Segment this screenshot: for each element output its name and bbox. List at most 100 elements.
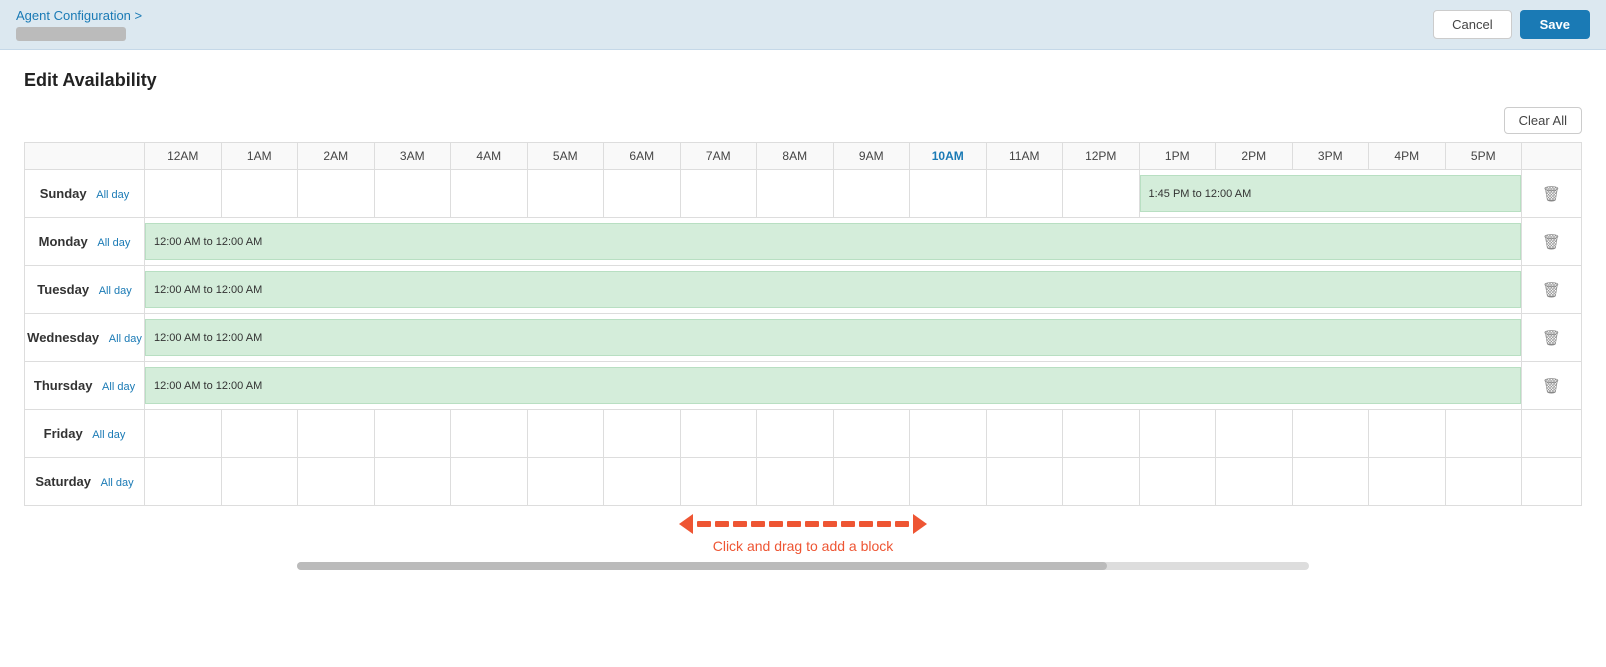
time-cell[interactable]: [298, 410, 375, 458]
all-day-link[interactable]: All day: [97, 237, 130, 249]
all-day-link[interactable]: All day: [109, 333, 142, 345]
dashes: [697, 521, 909, 527]
time-9am: 9AM: [833, 143, 910, 170]
time-12pm: 12PM: [1063, 143, 1140, 170]
day-label-wednesday: Wednesday All day: [25, 314, 145, 362]
time-cell[interactable]: [680, 458, 757, 506]
time-cell[interactable]: [986, 170, 1063, 218]
time-8am: 8AM: [757, 143, 834, 170]
time-cell[interactable]: [374, 410, 451, 458]
all-day-link[interactable]: All day: [96, 189, 129, 201]
delete-column-header: [1522, 143, 1582, 170]
time-cell[interactable]: [680, 170, 757, 218]
time-cell[interactable]: [833, 410, 910, 458]
delete-button-wednesday[interactable]: 🗑: [1542, 329, 1561, 347]
time-cell[interactable]: [451, 458, 528, 506]
time-cell[interactable]: [221, 410, 298, 458]
time-cell[interactable]: [527, 410, 604, 458]
time-5am: 5AM: [527, 143, 604, 170]
time-cell[interactable]: [145, 170, 222, 218]
time-cell[interactable]: [1063, 410, 1140, 458]
time-cell[interactable]: [451, 410, 528, 458]
time-cell[interactable]: [833, 170, 910, 218]
delete-button-tuesday[interactable]: 🗑: [1542, 281, 1561, 299]
time-grid-thursday[interactable]: 12:00 AM to 12:00 AM: [145, 362, 1522, 410]
all-day-link[interactable]: All day: [92, 429, 125, 441]
time-cell[interactable]: [910, 410, 987, 458]
day-label-monday: Monday All day: [25, 218, 145, 266]
clear-all-button[interactable]: Clear All: [1504, 107, 1582, 134]
time-cell[interactable]: [1292, 410, 1369, 458]
time-cell[interactable]: [833, 458, 910, 506]
day-name: Monday: [39, 234, 88, 249]
time-grid-tuesday[interactable]: 12:00 AM to 12:00 AM: [145, 266, 1522, 314]
save-button[interactable]: Save: [1520, 10, 1590, 39]
day-label-sunday: Sunday All day: [25, 170, 145, 218]
time-grid-monday[interactable]: 12:00 AM to 12:00 AM: [145, 218, 1522, 266]
cancel-button[interactable]: Cancel: [1433, 10, 1511, 39]
availability-calendar: 12AM 1AM 2AM 3AM 4AM 5AM 6AM 7AM 8AM 9AM…: [24, 142, 1582, 506]
time-cell[interactable]: [680, 410, 757, 458]
time-cell[interactable]: [145, 458, 222, 506]
time-cell[interactable]: [1063, 170, 1140, 218]
delete-cell-thursday[interactable]: 🗑: [1522, 362, 1582, 410]
time-4am: 4AM: [451, 143, 528, 170]
all-day-link[interactable]: All day: [101, 477, 134, 489]
time-cell[interactable]: [910, 170, 987, 218]
delete-button-sunday[interactable]: 🗑: [1542, 185, 1561, 203]
time-cell[interactable]: [1445, 410, 1522, 458]
delete-cell-wednesday[interactable]: 🗑: [1522, 314, 1582, 362]
time-cell[interactable]: [986, 410, 1063, 458]
time-cell[interactable]: [374, 458, 451, 506]
drag-hint-text: Click and drag to add a block: [24, 538, 1582, 554]
time-3am: 3AM: [374, 143, 451, 170]
time-cell[interactable]: [298, 458, 375, 506]
time-cell[interactable]: [1216, 410, 1293, 458]
delete-cell-saturday: [1522, 458, 1582, 506]
time-cell[interactable]: [757, 458, 834, 506]
time-cell[interactable]: [221, 170, 298, 218]
time-cell[interactable]: [757, 170, 834, 218]
time-cell[interactable]: [757, 410, 834, 458]
time-cell[interactable]: [1369, 410, 1446, 458]
breadcrumb-link[interactable]: Agent Configuration >: [16, 8, 142, 23]
delete-cell-monday[interactable]: 🗑: [1522, 218, 1582, 266]
time-cell[interactable]: [221, 458, 298, 506]
time-cell[interactable]: [604, 410, 681, 458]
time-cell[interactable]: [986, 458, 1063, 506]
day-row-saturday: Saturday All day: [25, 458, 1582, 506]
day-row-sunday: Sunday All day 1:45 PM to 12:00 AM 🗑: [25, 170, 1582, 218]
time-cell[interactable]: [1063, 458, 1140, 506]
scroll-bar[interactable]: [297, 562, 1310, 570]
availability-block: 12:00 AM to 12:00 AM: [145, 223, 1521, 260]
delete-button-thursday[interactable]: 🗑: [1542, 377, 1561, 395]
delete-button-monday[interactable]: 🗑: [1542, 233, 1561, 251]
time-cell[interactable]: [1292, 458, 1369, 506]
time-cell[interactable]: [527, 170, 604, 218]
time-grid-sunday-block[interactable]: 1:45 PM to 12:00 AM: [1139, 170, 1522, 218]
time-3pm: 3PM: [1292, 143, 1369, 170]
time-cell[interactable]: [298, 170, 375, 218]
time-header-row: 12AM 1AM 2AM 3AM 4AM 5AM 6AM 7AM 8AM 9AM…: [25, 143, 1582, 170]
time-cell[interactable]: [1139, 410, 1216, 458]
time-cell[interactable]: [527, 458, 604, 506]
all-day-link[interactable]: All day: [102, 381, 135, 393]
scroll-thumb: [297, 562, 1107, 570]
time-cell[interactable]: [604, 170, 681, 218]
time-grid-wednesday[interactable]: 12:00 AM to 12:00 AM: [145, 314, 1522, 362]
time-cell[interactable]: [1445, 458, 1522, 506]
time-cell[interactable]: [910, 458, 987, 506]
time-cell[interactable]: [1369, 458, 1446, 506]
time-cell[interactable]: [1216, 458, 1293, 506]
time-cell[interactable]: [145, 410, 222, 458]
time-cell[interactable]: [1139, 458, 1216, 506]
delete-cell-sunday[interactable]: 🗑: [1522, 170, 1582, 218]
time-2pm: 2PM: [1216, 143, 1293, 170]
time-10am: 10AM: [910, 143, 987, 170]
availability-block: 12:00 AM to 12:00 AM: [145, 271, 1521, 308]
time-cell[interactable]: [451, 170, 528, 218]
delete-cell-tuesday[interactable]: 🗑: [1522, 266, 1582, 314]
all-day-link[interactable]: All day: [99, 285, 132, 297]
time-cell[interactable]: [604, 458, 681, 506]
time-cell[interactable]: [374, 170, 451, 218]
